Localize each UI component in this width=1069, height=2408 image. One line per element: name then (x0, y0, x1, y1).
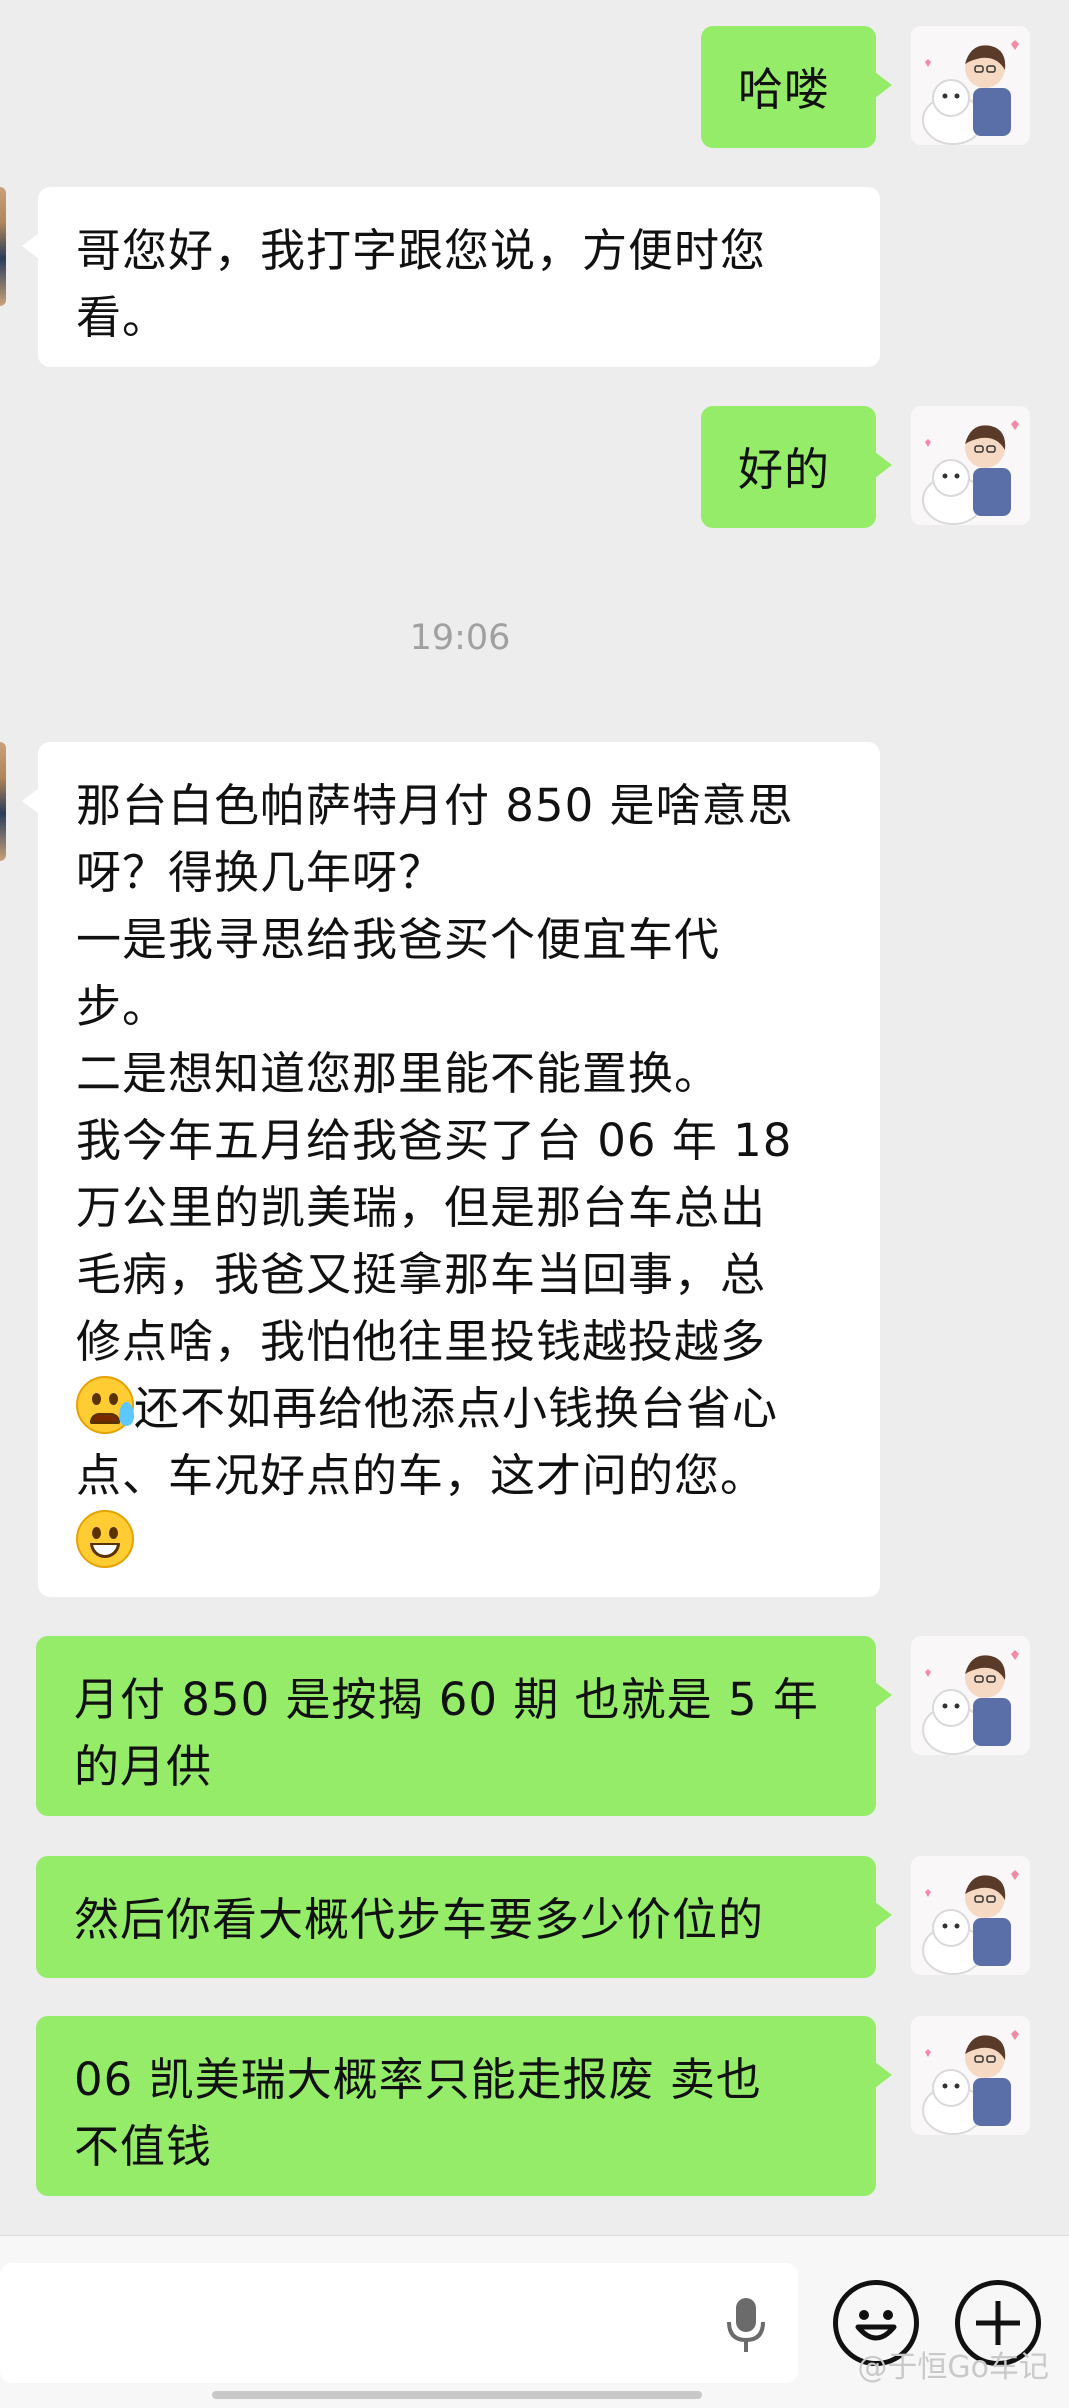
message-bubble-received[interactable]: 那台白色帕萨特月付 850 是啥意思 呀？得换几年呀？ 一是我寻思给我爸买个便宜… (22, 742, 880, 1597)
my-avatar[interactable] (911, 26, 1030, 145)
message-text: 06 凯美瑞大概率只能走报废 卖也 (74, 2053, 762, 2106)
message-bubble-sent[interactable]: 06 凯美瑞大概率只能走报废 卖也 不值钱 (36, 2016, 892, 2196)
message-bubble-received[interactable]: 哥您好，我打字跟您说，方便时您 看。 (22, 187, 880, 367)
message-bubble-sent[interactable]: 好的 (701, 406, 892, 528)
message-timestamp: 19:06 (409, 618, 511, 658)
message-text: 月付 850 是按揭 60 期 也就是 5 年 (74, 1673, 819, 1726)
message-text: 还不如再给他添点小钱换台省心 (134, 1382, 779, 1435)
microphone-icon[interactable] (724, 2296, 768, 2354)
crying-laughing-emoji-icon (76, 1376, 134, 1434)
contact-avatar[interactable] (0, 187, 6, 306)
avatar-illustration (911, 26, 1030, 145)
message-text: 万公里的凯美瑞，但是那台车总出 (76, 1181, 767, 1234)
input-toolbar: @于恒Go车记 (0, 2235, 1069, 2408)
message-bubble-sent[interactable]: 月付 850 是按揭 60 期 也就是 5 年 的月供 (36, 1636, 892, 1816)
watermark: @于恒Go车记 (857, 2350, 1049, 2385)
message-line-with-emoji: 还不如再给他添点小钱换台省心 (76, 1375, 842, 1442)
grinning-face-emoji-icon (76, 1510, 134, 1568)
contact-avatar[interactable] (0, 742, 6, 861)
message-text: 哥您好，我打字跟您说，方便时您 (76, 224, 767, 277)
message-text: 点、车况好点的车，这才问的您。 (76, 1449, 767, 1502)
avatar-illustration (911, 406, 1030, 525)
message-text: 一是我寻思给我爸买个便宜车代 (76, 913, 721, 966)
message-text: 的月供 (74, 1740, 213, 1793)
avatar-illustration (911, 1856, 1030, 1975)
message-text: 不值钱 (74, 2120, 213, 2173)
my-avatar[interactable] (911, 2016, 1030, 2135)
message-input[interactable] (0, 2263, 798, 2383)
message-text: 修点啥，我怕他往里投钱越投越多 (76, 1315, 767, 1368)
message-text: 二是想知道您那里能不能置换。 (76, 1047, 721, 1100)
chat-area[interactable]: 哈喽 哥您好，我打字跟您说，方便时您 看。 好的 19:06 那台白色帕萨特月付… (0, 0, 1069, 2235)
my-avatar[interactable] (911, 1856, 1030, 1975)
message-text: 哈喽 (738, 63, 831, 116)
my-avatar[interactable] (911, 1636, 1030, 1755)
avatar-illustration (911, 2016, 1030, 2135)
message-line-emoji (76, 1509, 842, 1576)
home-indicator[interactable] (212, 2391, 702, 2399)
message-text: 呀？得换几年呀？ (76, 846, 445, 899)
message-text: 毛病，我爸又挺拿那车当回事，总 (76, 1248, 767, 1301)
message-text: 那台白色帕萨特月付 850 是啥意思 (76, 779, 794, 832)
message-bubble-sent[interactable]: 哈喽 (701, 26, 892, 148)
message-text: 我今年五月给我爸买了台 06 年 18 (76, 1114, 793, 1167)
avatar-illustration (911, 1636, 1030, 1755)
message-text: 步。 (76, 980, 169, 1033)
message-text: 好的 (738, 443, 831, 496)
my-avatar[interactable] (911, 406, 1030, 525)
message-text: 然后你看大概代步车要多少价位的 (74, 1893, 765, 1946)
message-bubble-sent[interactable]: 然后你看大概代步车要多少价位的 (36, 1856, 892, 1978)
message-text: 看。 (76, 291, 169, 344)
